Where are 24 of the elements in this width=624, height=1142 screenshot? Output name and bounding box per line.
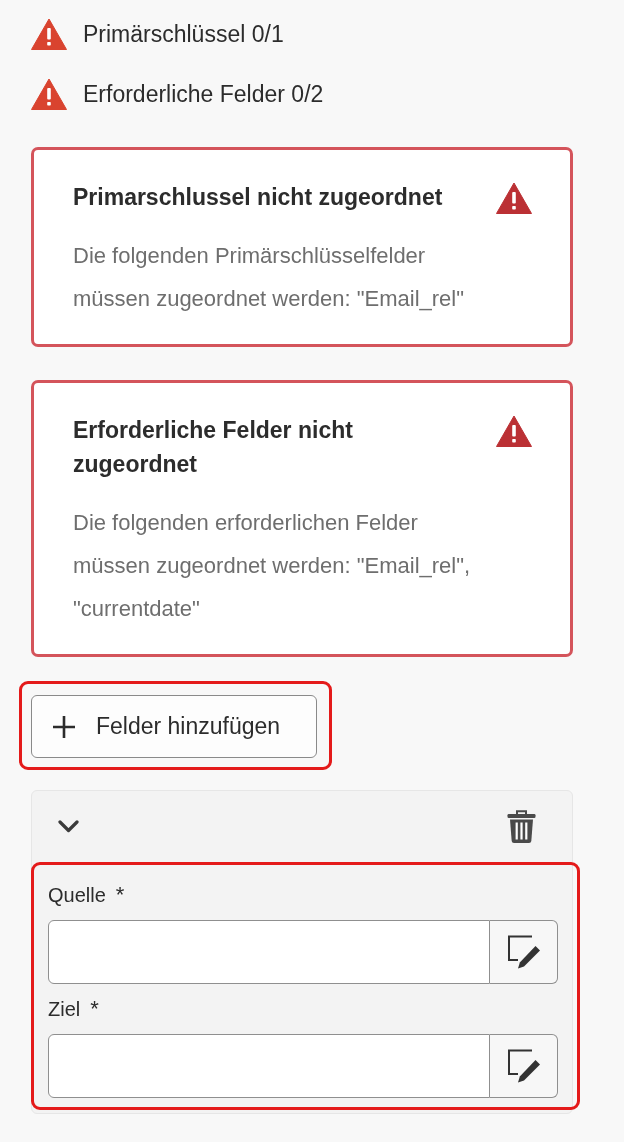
alert-message: Die folgenden erforderlichen Felder müssen zugeordnet werden: "Email_rel", "currentdate" — [73, 509, 472, 623]
input-field[interactable] — [48, 920, 490, 984]
edit-button[interactable] — [490, 920, 558, 984]
warning-icon — [31, 18, 67, 50]
warning-icon — [31, 78, 67, 110]
edit-icon — [506, 1049, 541, 1083]
input-field[interactable] — [48, 1034, 490, 1098]
required-asterisk: * — [90, 995, 99, 1023]
add-fields-button[interactable]: Felder hinzufügen — [31, 695, 318, 758]
required-asterisk: * — [115, 881, 125, 909]
plus-icon — [52, 714, 76, 739]
edit-icon — [506, 935, 541, 969]
warning-icon — [496, 415, 532, 447]
alert-title: Erforderliche Felder nicht zugeordnet — [73, 416, 354, 479]
alert-title: Primarschlussel nicht zugeordnet — [73, 183, 443, 212]
alert-message: Die folgenden Primärschlüsselfelder müssen zugeordnet werden: "Email_rel" — [73, 242, 466, 313]
edit-button[interactable] — [490, 1034, 558, 1098]
chevron-icon[interactable] — [58, 820, 79, 833]
status-text: Primärschlüssel 0/1 — [83, 20, 284, 49]
warning-icon — [496, 182, 532, 214]
trash-icon[interactable] — [507, 810, 536, 843]
status-text: Erforderliche Felder 0/2 — [83, 80, 324, 109]
field-label: Quelle — [48, 883, 106, 908]
field-label: Ziel — [48, 997, 81, 1022]
